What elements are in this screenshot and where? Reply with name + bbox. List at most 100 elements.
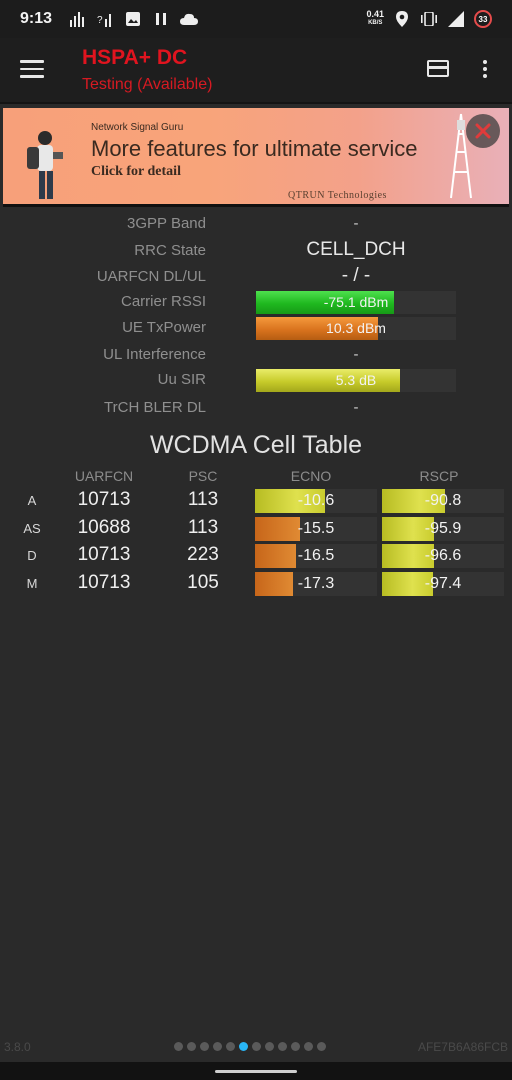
- info-row-uu-sir: Uu SIR 5.3 dB: [0, 369, 512, 393]
- cell-uarfcn: 10688: [77, 517, 131, 538]
- cell-ecno-bar: -17.3: [255, 572, 377, 596]
- card-icon[interactable]: [427, 60, 449, 77]
- more-options-icon[interactable]: [483, 60, 489, 80]
- page-dot[interactable]: [265, 1042, 274, 1051]
- network-speed-unit: KB/S: [368, 20, 383, 26]
- header-psc: PSC: [188, 468, 218, 484]
- home-gesture-bar[interactable]: [215, 1070, 297, 1073]
- header-rscp: RSCP: [419, 468, 459, 484]
- ad-close-button[interactable]: [466, 114, 500, 148]
- cell-rscp-value: -90.8: [424, 492, 462, 509]
- svg-text:?: ?: [97, 15, 103, 26]
- table-row[interactable]: D 10713 223 -16.5 -96.6: [0, 544, 512, 569]
- cell-ecno-value: -15.5: [297, 520, 335, 537]
- page-dot[interactable]: [213, 1042, 222, 1051]
- cell-ecno-bar: -15.5: [255, 517, 377, 541]
- cell-rscp-value: -95.9: [424, 520, 462, 537]
- txpower-bar: 10.3 dBm: [256, 317, 456, 340]
- cell-ecno-value: -16.5: [297, 547, 335, 564]
- app-bar: HSPA+ DC Testing (Available): [0, 38, 512, 104]
- rssi-bar: -75.1 dBm: [256, 291, 456, 314]
- cell-uarfcn: 10713: [77, 572, 131, 593]
- person-illustration-icon: [27, 131, 63, 199]
- band-label: 3GPP Band: [127, 215, 206, 232]
- cell-psc: 223: [187, 544, 219, 565]
- info-row-trch-bler: TrCH BLER DL -: [0, 397, 512, 421]
- page-indicator[interactable]: [174, 1042, 326, 1051]
- cell-table-title: WCDMA Cell Table: [149, 431, 363, 459]
- page-dot[interactable]: [252, 1042, 261, 1051]
- page-title: HSPA+ DC: [82, 46, 188, 69]
- ad-cta[interactable]: Click for detail: [91, 164, 181, 180]
- sir-value: 5.3 dB: [335, 372, 377, 388]
- band-value: -: [353, 215, 359, 232]
- header-uarfcn: UARFCN: [74, 468, 134, 484]
- menu-icon[interactable]: [20, 60, 44, 78]
- clock: 9:13: [20, 10, 53, 27]
- uarfcn-label: UARFCN DL/UL: [96, 268, 206, 285]
- info-row-carrier-rssi: Carrier RSSI -75.1 dBm: [0, 291, 512, 315]
- header-ecno: ECNO: [290, 468, 332, 484]
- table-row[interactable]: M 10713 105 -17.3 -97.4: [0, 572, 512, 597]
- info-row-ue-txpower: UE TxPower 10.3 dBm: [0, 317, 512, 341]
- cell-psc: 113: [187, 489, 219, 510]
- page-dot[interactable]: [187, 1042, 196, 1051]
- rssi-value: -75.1 dBm: [323, 294, 389, 310]
- info-row-ul-interference: UL Interference -: [0, 344, 512, 368]
- cell-ecno-bar: -16.5: [255, 544, 377, 568]
- page-dot[interactable]: [278, 1042, 287, 1051]
- ul-interference-label: UL Interference: [103, 346, 206, 363]
- location-icon: [393, 10, 411, 28]
- rrc-label: RRC State: [134, 242, 206, 259]
- cloud-icon: [180, 10, 199, 28]
- cell-psc: 113: [187, 517, 219, 538]
- page-dot[interactable]: [317, 1042, 326, 1051]
- app-version: 3.8.0: [4, 1040, 31, 1054]
- rrc-value: CELL_DCH: [306, 239, 406, 260]
- cell-type: AS: [23, 521, 41, 536]
- page-dot[interactable]: [226, 1042, 235, 1051]
- table-row[interactable]: A 10713 113 -10.6 -90.8: [0, 489, 512, 514]
- close-icon: [475, 123, 491, 139]
- rssi-label: Carrier RSSI: [120, 293, 206, 310]
- cell-type: A: [27, 493, 37, 508]
- page-dot[interactable]: [174, 1042, 183, 1051]
- cell-ecno-value: -10.6: [297, 492, 335, 509]
- page-dot[interactable]: [291, 1042, 300, 1051]
- cell-rscp-bar: -90.8: [382, 489, 504, 513]
- page-subtitle: Testing (Available): [82, 76, 213, 93]
- signal-bars-icon: [68, 10, 86, 28]
- cell-rscp-value: -96.6: [424, 547, 462, 564]
- network-speed: 0.41 KB/S: [366, 10, 384, 28]
- page-dot[interactable]: [239, 1042, 248, 1051]
- battery-level: 33: [478, 14, 488, 24]
- bler-label: TrCH BLER DL: [104, 399, 206, 416]
- system-nav-bar: [0, 1062, 512, 1080]
- sir-label: Uu SIR: [157, 371, 206, 388]
- image-icon: [124, 10, 142, 28]
- network-speed-value: 0.41: [366, 9, 384, 19]
- signal-5g-icon: [447, 10, 465, 28]
- cell-rscp-bar: -95.9: [382, 517, 504, 541]
- cell-psc: 105: [187, 572, 219, 593]
- ad-company: QTRUN Technologies: [288, 190, 387, 201]
- cell-rscp-value: -97.4: [424, 575, 462, 592]
- ul-interference-value: -: [353, 346, 359, 363]
- device-id: AFE7B6A86FCB: [417, 1040, 508, 1054]
- status-bar: 9:13 ? 0.41 KB/S 33: [0, 0, 512, 38]
- ad-headline: More features for ultimate service: [91, 136, 418, 161]
- cell-rscp-bar: -97.4: [382, 572, 504, 596]
- txpower-label: UE TxPower: [122, 319, 206, 336]
- pause-icon: [152, 10, 170, 28]
- cell-uarfcn: 10713: [77, 489, 131, 510]
- page-dot[interactable]: [304, 1042, 313, 1051]
- info-row-rrc-state: RRC State CELL_DCH: [0, 239, 512, 264]
- page-dot[interactable]: [200, 1042, 209, 1051]
- cell-ecno-bar: -10.6: [255, 489, 377, 513]
- bler-value: -: [353, 399, 359, 416]
- ad-banner[interactable]: Network Signal Guru More features for ul…: [3, 108, 509, 207]
- table-row[interactable]: AS 10688 113 -15.5 -95.9: [0, 517, 512, 542]
- uarfcn-value: - / -: [341, 265, 371, 286]
- cell-type: D: [27, 548, 37, 563]
- cell-uarfcn: 10713: [77, 544, 131, 565]
